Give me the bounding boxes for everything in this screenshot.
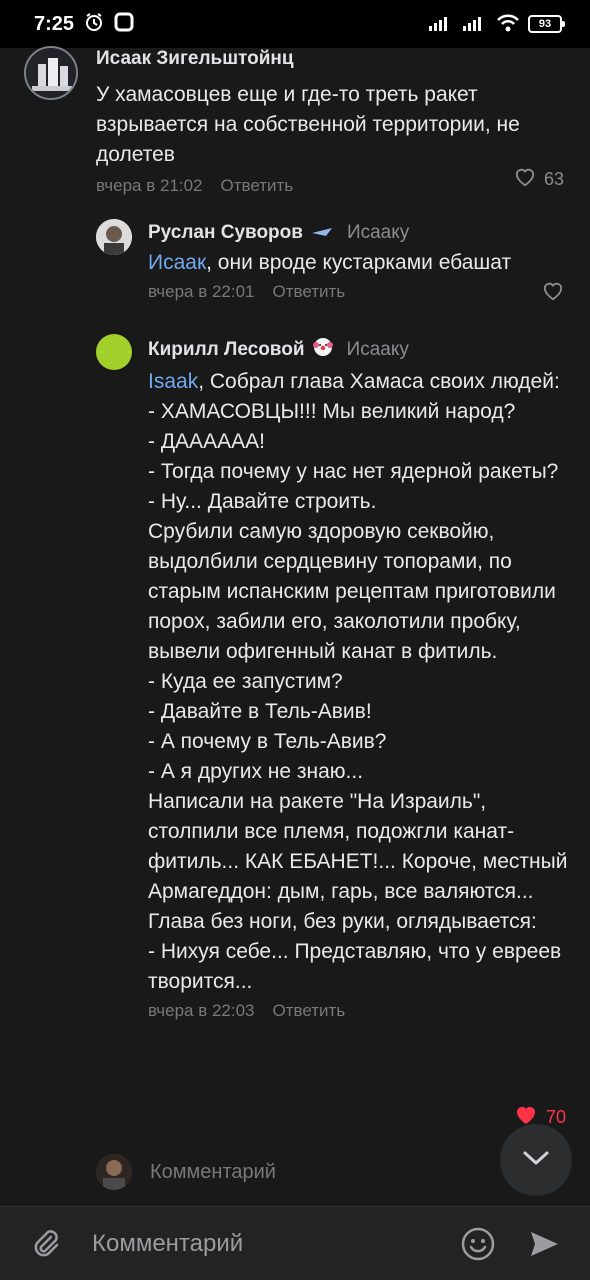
reply-placeholder: Комментарий: [150, 1160, 276, 1183]
like-count: 63: [544, 169, 565, 189]
plane-badge-icon: [311, 222, 333, 244]
like-button[interactable]: 63: [514, 167, 564, 192]
mention-link[interactable]: Isaak: [148, 370, 198, 393]
send-icon[interactable]: [522, 1222, 566, 1266]
comment: Кирилл Лесовой Исааку Isaak, Собрал глав…: [148, 337, 576, 1021]
reply-button[interactable]: Ответить: [273, 1001, 346, 1021]
comment-text: Isaak, Собрал глава Хамаса своих людей: …: [148, 370, 568, 993]
clock: 7:25: [34, 12, 75, 35]
status-bar: 7:25 93: [0, 0, 590, 48]
reply-to[interactable]: Исааку: [347, 222, 409, 244]
comment-text: Исаак, они вроде кустарками ебашат: [148, 251, 512, 274]
comment-input[interactable]: Комментарий: [92, 1230, 456, 1258]
comment: Исаак Зигельштойнц У хамасовцев еще и гд…: [96, 48, 576, 196]
battery-icon: 93: [528, 15, 565, 33]
comment-time: вчера в 22:03: [148, 1001, 255, 1020]
attach-icon[interactable]: [24, 1222, 68, 1266]
avatar[interactable]: [96, 219, 132, 255]
reply-comment-field[interactable]: Комментарий: [96, 1152, 516, 1192]
heart-icon: [514, 167, 536, 192]
reply-to[interactable]: Исааку: [347, 339, 409, 361]
mention-link[interactable]: Исаак: [148, 251, 206, 274]
wifi-icon: [496, 14, 520, 35]
like-count: 70: [546, 1107, 567, 1127]
comment-text: У хамасовцев еще и где-то треть ракет вз…: [96, 83, 526, 166]
comment: Руслан Суворов Исааку Исаак, они вроде к…: [148, 222, 568, 302]
comment-input-bar: Комментарий: [0, 1206, 590, 1280]
comment-time: вчера в 22:01: [148, 282, 255, 301]
signal-icon: [428, 15, 454, 34]
avatar: [96, 1154, 132, 1190]
reply-button[interactable]: Ответить: [273, 282, 346, 302]
comment-author[interactable]: Руслан Суворов: [148, 222, 303, 244]
avatar[interactable]: [96, 334, 132, 370]
emoji-icon[interactable]: [456, 1222, 500, 1266]
signal-icon: [462, 15, 488, 34]
scroll-down-button[interactable]: [500, 1124, 572, 1196]
comment-author[interactable]: Кирилл Лесовой: [148, 339, 305, 361]
comment-author[interactable]: Исаак Зигельштойнц: [96, 48, 576, 70]
chevron-down-icon: [522, 1150, 550, 1171]
avatar[interactable]: [24, 46, 78, 100]
comment-time: вчера в 21:02: [96, 176, 203, 195]
alarm-icon: [84, 12, 104, 37]
reply-button[interactable]: Ответить: [221, 176, 294, 196]
like-button[interactable]: [542, 281, 564, 306]
heart-icon: [542, 281, 564, 306]
app-icon: [114, 12, 134, 37]
clown-emoji-icon: [312, 337, 333, 363]
